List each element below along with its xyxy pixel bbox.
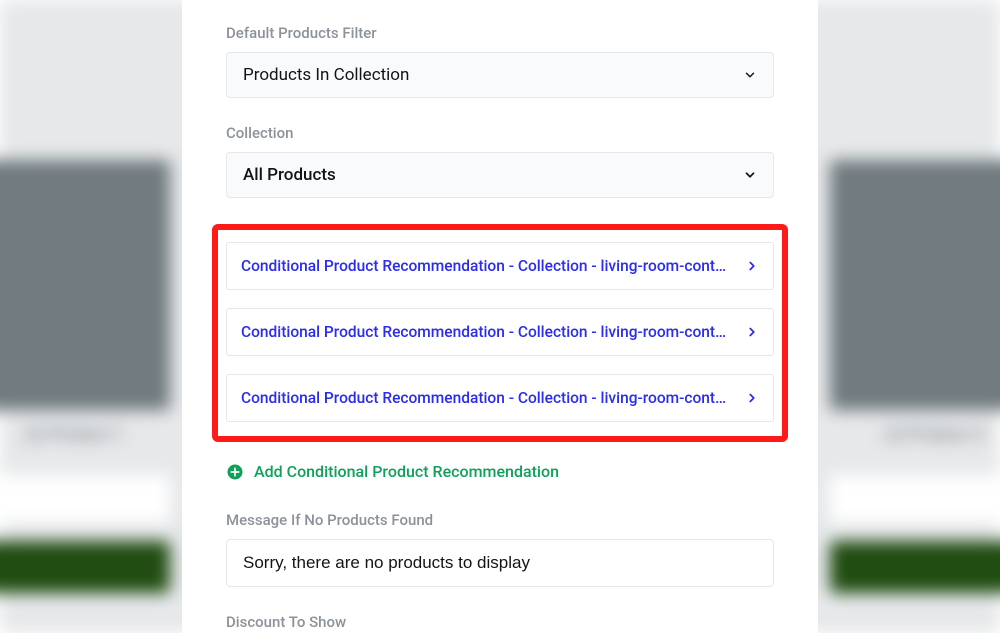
chevron-right-icon	[745, 259, 759, 273]
collection-section: Collection All Products	[226, 124, 774, 198]
conditional-recommendation-label: Conditional Product Recommendation - Col…	[241, 323, 739, 341]
add-conditional-recommendation-button[interactable]: Add Conditional Product Recommendation	[226, 462, 774, 481]
bg-right-card-stack: …fy Product 3	[830, 0, 1000, 633]
no-products-message-section: Message If No Products Found	[226, 511, 774, 587]
no-products-message-label: Message If No Products Found	[226, 511, 774, 529]
default-products-filter-label: Default Products Filter	[226, 24, 774, 42]
add-conditional-recommendation-label: Add Conditional Product Recommendation	[254, 462, 559, 481]
conditional-recommendation-item[interactable]: Conditional Product Recommendation - Col…	[226, 242, 774, 290]
default-products-filter-select[interactable]: Products In Collection	[226, 52, 774, 98]
chevron-right-icon	[745, 391, 759, 405]
select-value: Products In Collection	[243, 65, 409, 85]
conditional-recommendations-highlight: Conditional Product Recommendation - Col…	[212, 224, 788, 442]
conditional-recommendation-label: Conditional Product Recommendation - Col…	[241, 389, 739, 407]
conditional-recommendation-label: Conditional Product Recommendation - Col…	[241, 257, 739, 275]
chevron-down-icon	[743, 168, 757, 182]
chevron-right-icon	[745, 325, 759, 339]
select-value: All Products	[243, 165, 336, 185]
default-products-filter-section: Default Products Filter Products In Coll…	[226, 24, 774, 98]
collection-select[interactable]: All Products	[226, 152, 774, 198]
chevron-down-icon	[743, 68, 757, 82]
bg-left-card-stack: …fy Product 1	[0, 0, 170, 633]
no-products-message-input[interactable]	[226, 539, 774, 587]
discount-to-show-section: Discount To Show	[226, 613, 774, 631]
plus-circle-icon	[226, 463, 244, 481]
conditional-recommendation-item[interactable]: Conditional Product Recommendation - Col…	[226, 374, 774, 422]
conditional-recommendation-item[interactable]: Conditional Product Recommendation - Col…	[226, 308, 774, 356]
collection-label: Collection	[226, 124, 774, 142]
discount-to-show-label: Discount To Show	[226, 613, 774, 631]
settings-panel: Default Products Filter Products In Coll…	[182, 0, 818, 633]
